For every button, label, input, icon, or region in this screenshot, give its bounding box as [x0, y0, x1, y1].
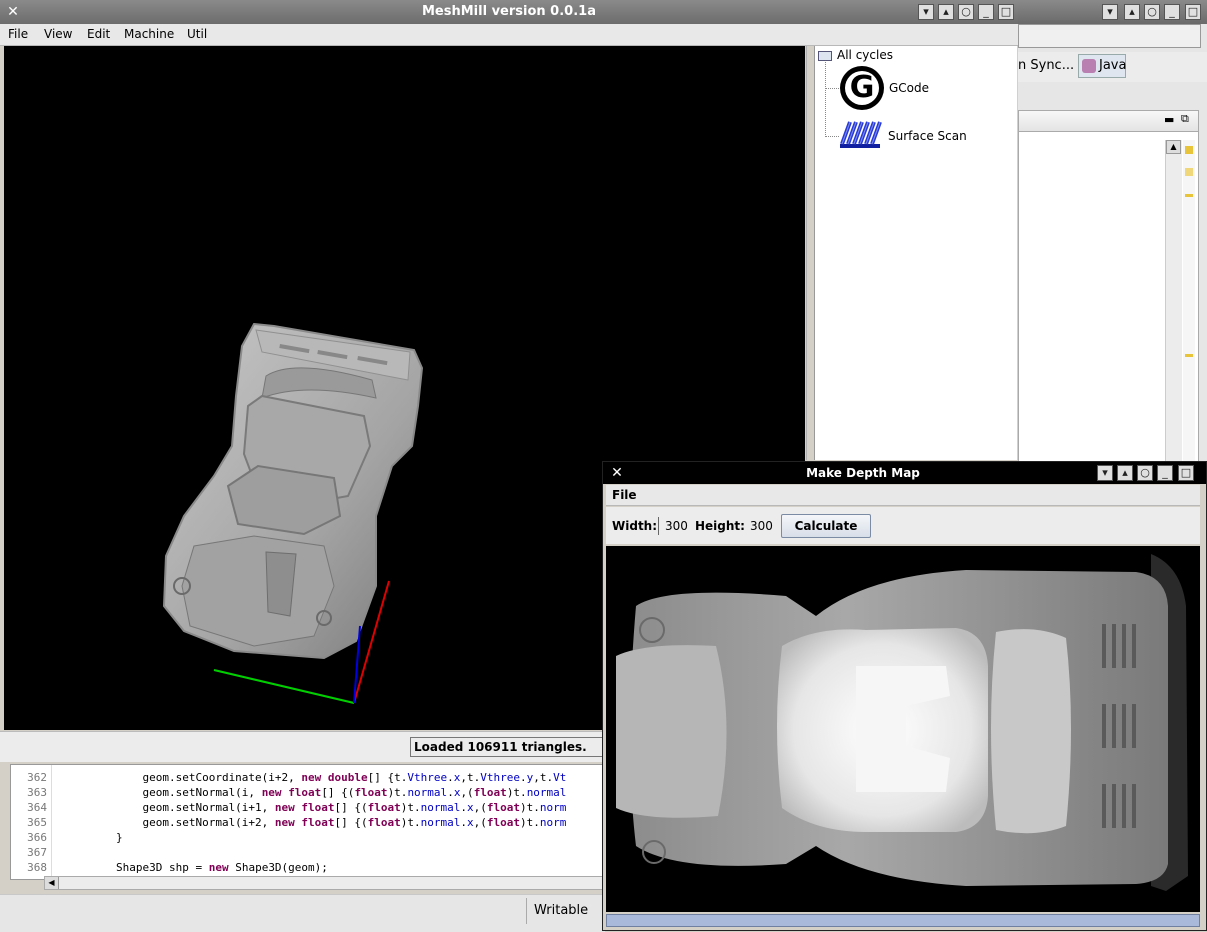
restore-icon[interactable]: ○ — [958, 4, 974, 20]
background-title-bar: ▾ ▴ ○ _ □ — [1018, 0, 1207, 24]
depth-map-window: ✕ Make Depth Map ▾ ▴ ○ _ □ File Width: 3… — [602, 461, 1207, 931]
cycles-tree: All cycles G GCode Surface Scan — [814, 46, 1017, 460]
overview-ruler — [1183, 140, 1195, 470]
chevron-up-icon[interactable]: ▴ — [1117, 465, 1133, 481]
restore-icon[interactable]: ○ — [1144, 4, 1160, 20]
tree-item-gcode[interactable]: GCode — [889, 81, 929, 95]
writable-status: Writable — [526, 898, 606, 924]
menu-machine[interactable]: Machine — [124, 26, 174, 43]
folder-icon — [818, 51, 832, 61]
menu-edit[interactable]: Edit — [87, 26, 110, 43]
height-label: Height: — [695, 519, 745, 533]
maximize-icon[interactable]: □ — [1185, 4, 1201, 20]
x-axis-line — [213, 669, 355, 704]
java-perspective-icon — [1082, 59, 1096, 73]
gcode-icon[interactable]: G — [840, 66, 884, 110]
minimize-icon[interactable]: _ — [1164, 4, 1180, 20]
ruler-marker[interactable] — [1185, 146, 1193, 154]
depth-map-menu-bar: File — [606, 485, 1200, 506]
depth-map-render — [606, 546, 1200, 912]
vertical-scrollbar[interactable]: ▲ — [1165, 140, 1182, 470]
view-maximize-icon[interactable]: ⧉ — [1181, 112, 1189, 126]
width-label: Width: — [612, 519, 658, 533]
code-editor[interactable]: 362 363 364 365 366 367 368 geom.setCoor… — [10, 764, 610, 880]
window-title: MeshMill version 0.0.1a — [422, 4, 596, 19]
maximize-icon[interactable]: □ — [1178, 465, 1194, 481]
chevron-down-icon[interactable]: ▾ — [1097, 465, 1113, 481]
line-number: 364 — [27, 801, 47, 814]
horizontal-scrollbar[interactable]: ◀ — [44, 876, 604, 890]
scroll-left-icon[interactable]: ◀ — [45, 877, 59, 889]
depth-map-window-title: Make Depth Map — [806, 466, 920, 480]
line-number: 367 — [27, 846, 47, 859]
view-minimize-icon[interactable]: ▬ — [1164, 113, 1174, 126]
code-line: geom.setNormal(i+2, new float[] {(float)… — [63, 816, 567, 829]
line-number-gutter: 362 363 364 365 366 367 368 — [11, 765, 52, 879]
chevron-down-icon[interactable]: ▾ — [918, 4, 934, 20]
line-number: 366 — [27, 831, 47, 844]
tree-item-surface-scan[interactable]: Surface Scan — [888, 129, 967, 143]
menu-bar: File View Edit Machine Util — [0, 24, 1018, 46]
depth-map-title-bar: ✕ Make Depth Map ▾ ▴ ○ _ □ — [603, 462, 1206, 484]
calculate-button[interactable]: Calculate — [781, 514, 871, 538]
ide-status-bar — [0, 894, 605, 932]
menu-file[interactable]: File — [8, 26, 28, 43]
view-header: ▬ ⧉ — [1018, 110, 1199, 132]
minimize-icon[interactable]: _ — [1157, 465, 1173, 481]
tree-connector — [825, 62, 826, 137]
surface-scan-icon[interactable] — [840, 118, 882, 150]
chevron-down-icon[interactable]: ▾ — [1102, 4, 1118, 20]
line-number: 365 — [27, 816, 47, 829]
tree-root-all-cycles[interactable]: All cycles — [837, 48, 893, 62]
code-line: geom.setNormal(i, new float[] {(float)t.… — [63, 786, 567, 799]
chevron-up-icon[interactable]: ▴ — [1124, 4, 1140, 20]
gcode-icon-glyph: G — [845, 71, 879, 105]
ruler-marker[interactable] — [1185, 354, 1193, 357]
split-pane-divider[interactable] — [806, 46, 814, 460]
tree-connector — [825, 88, 839, 89]
code-line: geom.setNormal(i+1, new float[] {(float)… — [63, 801, 567, 814]
line-number: 362 — [27, 771, 47, 784]
tree-connector — [825, 136, 839, 137]
code-line: Shape3D shp = new Shape3D(geom); — [63, 861, 328, 874]
ruler-marker[interactable] — [1185, 194, 1193, 197]
background-toolbar-strip — [1018, 24, 1201, 48]
depth-map-menu-file[interactable]: File — [612, 487, 637, 504]
perspective-sync[interactable]: n Sync... — [1018, 58, 1074, 73]
height-input[interactable]: 300 — [744, 517, 780, 535]
maximize-icon[interactable]: □ — [998, 4, 1014, 20]
ruler-marker[interactable] — [1185, 168, 1193, 176]
code-line: } — [63, 831, 123, 844]
scroll-up-icon[interactable]: ▲ — [1166, 140, 1181, 154]
line-number: 368 — [27, 861, 47, 874]
depth-map-toolbar: Width: 300 Height: 300 Calculate — [606, 507, 1200, 544]
status-message: Loaded 106911 triangles. — [410, 737, 610, 757]
restore-icon[interactable]: ○ — [1137, 465, 1153, 481]
depth-map-image — [606, 546, 1200, 912]
perspective-java[interactable]: Java — [1078, 54, 1126, 78]
line-number: 363 — [27, 786, 47, 799]
code-line: geom.setCoordinate(i+2, new double[] {t.… — [63, 771, 567, 784]
chevron-up-icon[interactable]: ▴ — [938, 4, 954, 20]
perspective-java-label: Java — [1099, 58, 1127, 73]
width-input[interactable]: 300 — [658, 517, 694, 535]
progress-bar — [606, 914, 1200, 927]
menu-util[interactable]: Util — [187, 26, 207, 43]
menu-view[interactable]: View — [44, 26, 72, 43]
minimize-icon[interactable]: _ — [978, 4, 994, 20]
meshmill-title-bar: ✕ MeshMill version 0.0.1a ▾ ▴ ○ _ □ — [0, 0, 1018, 24]
